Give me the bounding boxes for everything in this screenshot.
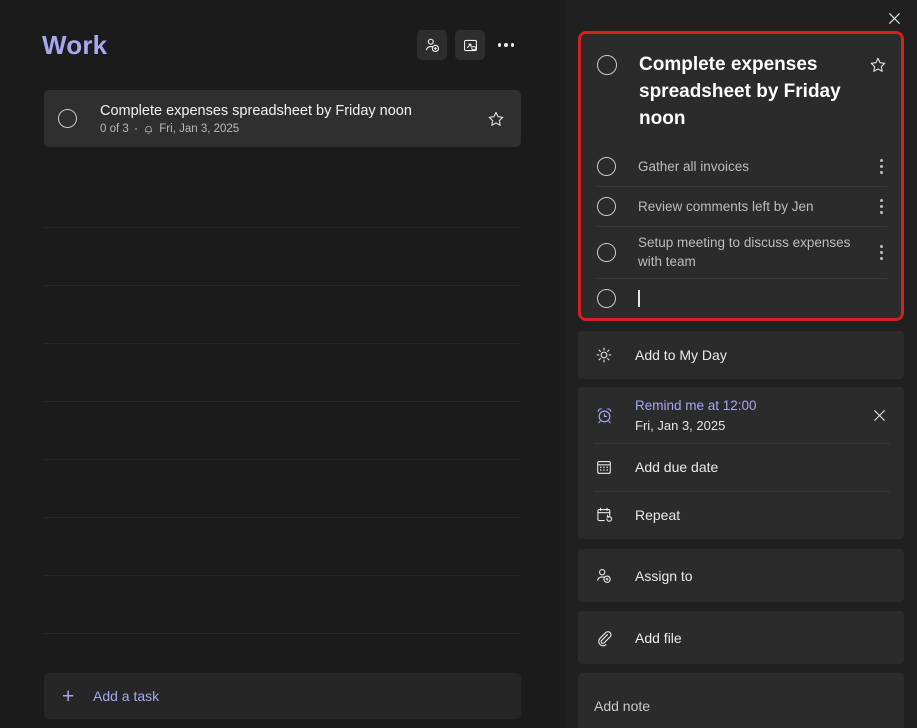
- assign-to-label: Assign to: [635, 567, 693, 584]
- detail-pane: Complete expenses spreadsheet by Friday …: [565, 0, 917, 728]
- step-row[interactable]: Setup meeting to discuss expenses with t…: [581, 226, 901, 278]
- add-to-my-day-button[interactable]: Add to My Day: [578, 331, 904, 379]
- list-header-actions: [417, 30, 519, 60]
- add-note-field[interactable]: Add note: [578, 673, 904, 728]
- step-label: Gather all invoices: [638, 158, 750, 174]
- empty-task-rows: [0, 170, 565, 634]
- detail-complete-checkbox[interactable]: [597, 55, 617, 75]
- task-steps-progress: 0 of 3: [100, 123, 129, 135]
- schedule-card: Remind me at 12:00 Fri, Jan 3, 2025 Add …: [578, 387, 904, 539]
- paperclip-icon: [594, 628, 614, 648]
- calendar-icon: [594, 457, 614, 477]
- task-reminder-date: Fri, Jan 3, 2025: [159, 123, 240, 135]
- step-row[interactable]: Review comments left by Jen: [581, 186, 901, 226]
- task-list: Complete expenses spreadsheet by Friday …: [0, 90, 565, 147]
- new-step-input[interactable]: [638, 289, 881, 308]
- empty-row: [44, 344, 521, 402]
- empty-row: [44, 402, 521, 460]
- detail-title: Complete expenses spreadsheet by Friday …: [639, 54, 841, 129]
- task-reminder: Fri, Jan 3, 2025: [143, 123, 239, 135]
- task-card-body: Complete expenses spreadsheet by Friday …: [100, 102, 487, 135]
- steps-highlight-box: Complete expenses spreadsheet by Friday …: [578, 31, 904, 321]
- alarm-clock-icon: [594, 405, 614, 425]
- step-more-options-icon[interactable]: [873, 198, 889, 214]
- assign-card: Assign to: [578, 549, 904, 602]
- empty-row: [44, 228, 521, 286]
- step-row[interactable]: Gather all invoices: [581, 146, 901, 186]
- my-day-card: Add to My Day: [578, 331, 904, 379]
- file-card: Add file: [578, 611, 904, 664]
- task-title: Complete expenses spreadsheet by Friday …: [100, 103, 412, 119]
- step-complete-checkbox[interactable]: [597, 156, 616, 176]
- list-title: Work: [42, 29, 108, 60]
- add-task-label: Add a task: [93, 688, 160, 704]
- reminder-date: Fri, Jan 3, 2025: [635, 417, 726, 433]
- detail-title-row: Complete expenses spreadsheet by Friday …: [581, 34, 901, 146]
- reminder-row[interactable]: Remind me at 12:00 Fri, Jan 3, 2025: [578, 387, 904, 443]
- empty-row: [44, 576, 521, 634]
- more-options-dots: [497, 43, 515, 47]
- repeat-button[interactable]: Repeat: [578, 491, 904, 539]
- add-due-date-label: Add due date: [635, 459, 719, 475]
- remove-reminder-icon[interactable]: [868, 404, 890, 426]
- step-complete-checkbox[interactable]: [597, 242, 616, 262]
- sun-icon: [594, 345, 614, 365]
- text-caret: [638, 290, 640, 308]
- bell-icon: [145, 125, 153, 134]
- repeat-label: Repeat: [635, 507, 681, 523]
- step-more-options-icon[interactable]: [873, 158, 889, 174]
- close-icon[interactable]: [881, 5, 907, 31]
- detail-star-icon[interactable]: [869, 56, 887, 74]
- step-label: Review comments left by Jen: [638, 198, 814, 214]
- empty-row: [44, 460, 521, 518]
- person-add-icon: [594, 566, 614, 586]
- add-task-button[interactable]: + Add a task: [44, 673, 521, 719]
- add-due-date-button[interactable]: Add due date: [578, 443, 904, 491]
- assign-to-button[interactable]: Assign to: [578, 549, 904, 602]
- reminder-body: Remind me at 12:00 Fri, Jan 3, 2025: [635, 396, 868, 435]
- reminder-title: Remind me at 12:00: [635, 397, 757, 413]
- more-options-icon[interactable]: [493, 30, 519, 60]
- empty-row: [44, 286, 521, 344]
- step-more-options-icon[interactable]: [873, 244, 889, 260]
- plus-icon: +: [62, 684, 75, 708]
- meta-separator-dot: [134, 127, 138, 131]
- add-note-placeholder: Add note: [594, 698, 651, 714]
- empty-row: [44, 170, 521, 228]
- task-meta: 0 of 3 Fri, Jan 3, 2025: [100, 123, 487, 135]
- add-to-my-day-label: Add to My Day: [635, 347, 727, 363]
- share-list-icon[interactable]: [417, 30, 447, 60]
- assign-view-icon[interactable]: [455, 30, 485, 60]
- steps-card: Complete expenses spreadsheet by Friday …: [581, 34, 901, 318]
- list-pane: Work Complete expenses spreadsheet by Fr…: [0, 0, 565, 728]
- list-header: Work: [0, 0, 565, 90]
- new-step-checkbox: [597, 288, 616, 308]
- step-label: Setup meeting to discuss expenses with t…: [638, 235, 851, 269]
- task-star-icon[interactable]: [487, 110, 505, 128]
- step-complete-checkbox[interactable]: [597, 196, 616, 216]
- add-file-label: Add file: [635, 629, 682, 646]
- add-file-button[interactable]: Add file: [578, 611, 904, 664]
- new-step-row[interactable]: [581, 278, 901, 318]
- calendar-repeat-icon: [594, 505, 614, 525]
- task-complete-checkbox[interactable]: [58, 109, 77, 128]
- empty-row: [44, 518, 521, 576]
- task-row[interactable]: Complete expenses spreadsheet by Friday …: [44, 90, 521, 147]
